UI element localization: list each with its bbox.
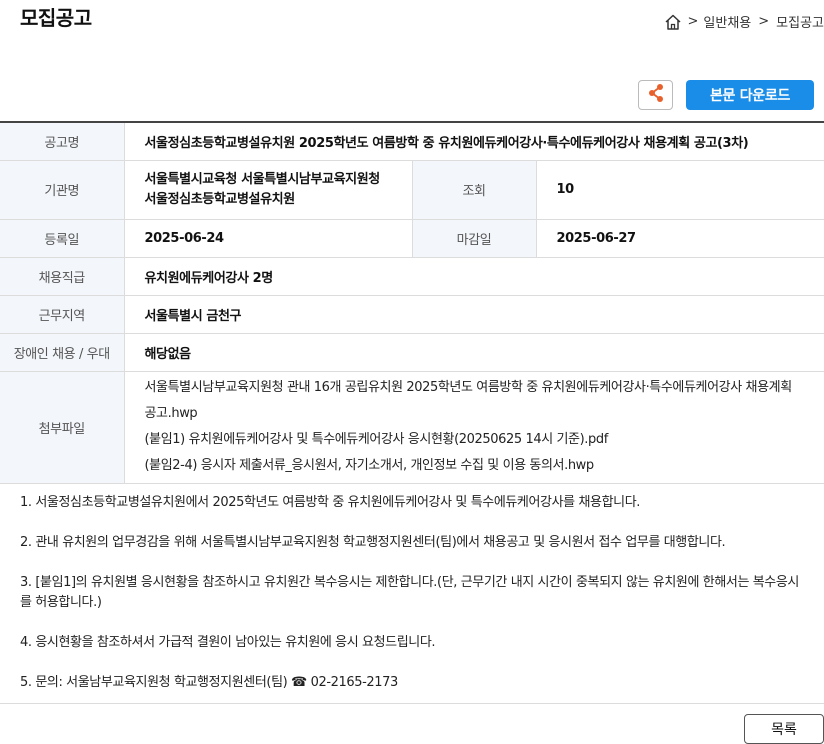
divider xyxy=(0,703,824,704)
download-button[interactable]: 본문 다운로드 xyxy=(686,80,814,110)
table-row: 기관명 서울특별시교육청 서울특별시남부교육지원청 서울정심초등학교병설유치원 … xyxy=(0,160,824,220)
breadcrumb-item-general[interactable]: 일반채용 xyxy=(703,12,751,31)
views-value: 10 xyxy=(536,160,824,220)
body-paragraph: 1. 서울정심초등학교병설유치원에서 2025학년도 여름방학 중 유치원에듀케… xyxy=(20,495,640,510)
notice-name-value: 서울정심초등학교병설유치원 2025학년도 여름방학 중 유치원에듀케어강사·특… xyxy=(124,121,824,161)
table-row: 등록일 2025-06-24 마감일 2025-06-27 xyxy=(0,219,824,258)
share-icon xyxy=(647,83,665,107)
breadcrumb: > 일반채용 > 모집공고 xyxy=(664,12,824,31)
table-row: 첨부파일 서울특별시남부교육지원청 관내 16개 공립유치원 2025학년도 여… xyxy=(0,371,824,484)
breadcrumb-item-notice[interactable]: 모집공고 xyxy=(776,12,824,31)
region-label: 근무지역 xyxy=(0,295,125,334)
table-row: 장애인 채용 / 우대 해당없음 xyxy=(0,333,824,372)
notice-body: 1. 서울정심초등학교병설유치원에서 2025학년도 여름방학 중 유치원에듀케… xyxy=(20,493,810,713)
attachment-link[interactable]: (붙임2-4) 응시자 제출서류_응시원서, 자기소개서, 개인정보 수집 및 … xyxy=(145,453,805,479)
reg-date-label: 등록일 xyxy=(0,219,125,258)
table-row: 공고명 서울정심초등학교병설유치원 2025학년도 여름방학 중 유치원에듀케어… xyxy=(0,121,824,161)
body-paragraph: 2. 관내 유치원의 업무경감을 위해 서울특별시남부교육지원청 학교행정지원센… xyxy=(20,535,726,550)
agency-value: 서울특별시교육청 서울특별시남부교육지원청 서울정심초등학교병설유치원 xyxy=(124,160,412,220)
attachment-link[interactable]: (붙임1) 유치원에듀케어강사 및 특수에듀케어강사 응시현황(20250625… xyxy=(145,427,805,453)
breadcrumb-separator: > xyxy=(687,14,699,29)
notice-name-label: 공고명 xyxy=(0,121,125,161)
views-label: 조회 xyxy=(411,160,537,220)
job-value: 유치원에듀케어강사 2명 xyxy=(124,257,824,296)
disabled-label: 장애인 채용 / 우대 xyxy=(0,333,125,372)
deadline-value: 2025-06-27 xyxy=(536,219,824,258)
body-paragraph: 4. 응시현황을 참조하셔서 가급적 결원이 남아있는 유치원에 응시 요청드립… xyxy=(20,635,436,650)
agency-label: 기관명 xyxy=(0,160,125,220)
body-paragraph: 5. 문의: 서울남부교육지원청 학교행정지원센터(팀) ☎ 02-2165-2… xyxy=(20,675,398,690)
attachments-list: 서울특별시남부교육지원청 관내 16개 공립유치원 2025학년도 여름방학 중… xyxy=(124,371,824,484)
table-row: 채용직급 유치원에듀케어강사 2명 xyxy=(0,257,824,296)
list-button[interactable]: 목록 xyxy=(744,714,824,744)
page-title: 모집공고 xyxy=(20,6,92,30)
reg-date-value: 2025-06-24 xyxy=(124,219,412,258)
job-label: 채용직급 xyxy=(0,257,125,296)
disabled-value: 해당없음 xyxy=(124,333,824,372)
notice-info-table: 공고명 서울정심초등학교병설유치원 2025학년도 여름방학 중 유치원에듀케어… xyxy=(0,121,824,484)
table-row: 근무지역 서울특별시 금천구 xyxy=(0,295,824,334)
attachments-label: 첨부파일 xyxy=(0,371,125,484)
breadcrumb-separator: > xyxy=(758,14,770,29)
attachment-link[interactable]: 서울특별시남부교육지원청 관내 16개 공립유치원 2025학년도 여름방학 중… xyxy=(145,375,805,427)
body-paragraph: 3. [붙임1]의 유치원별 응시현황을 참조하시고 유치원간 복수응시는 제한… xyxy=(20,575,799,610)
home-icon[interactable] xyxy=(664,13,682,31)
deadline-label: 마감일 xyxy=(411,219,537,258)
share-button[interactable] xyxy=(638,80,673,110)
region-value: 서울특별시 금천구 xyxy=(124,295,824,334)
